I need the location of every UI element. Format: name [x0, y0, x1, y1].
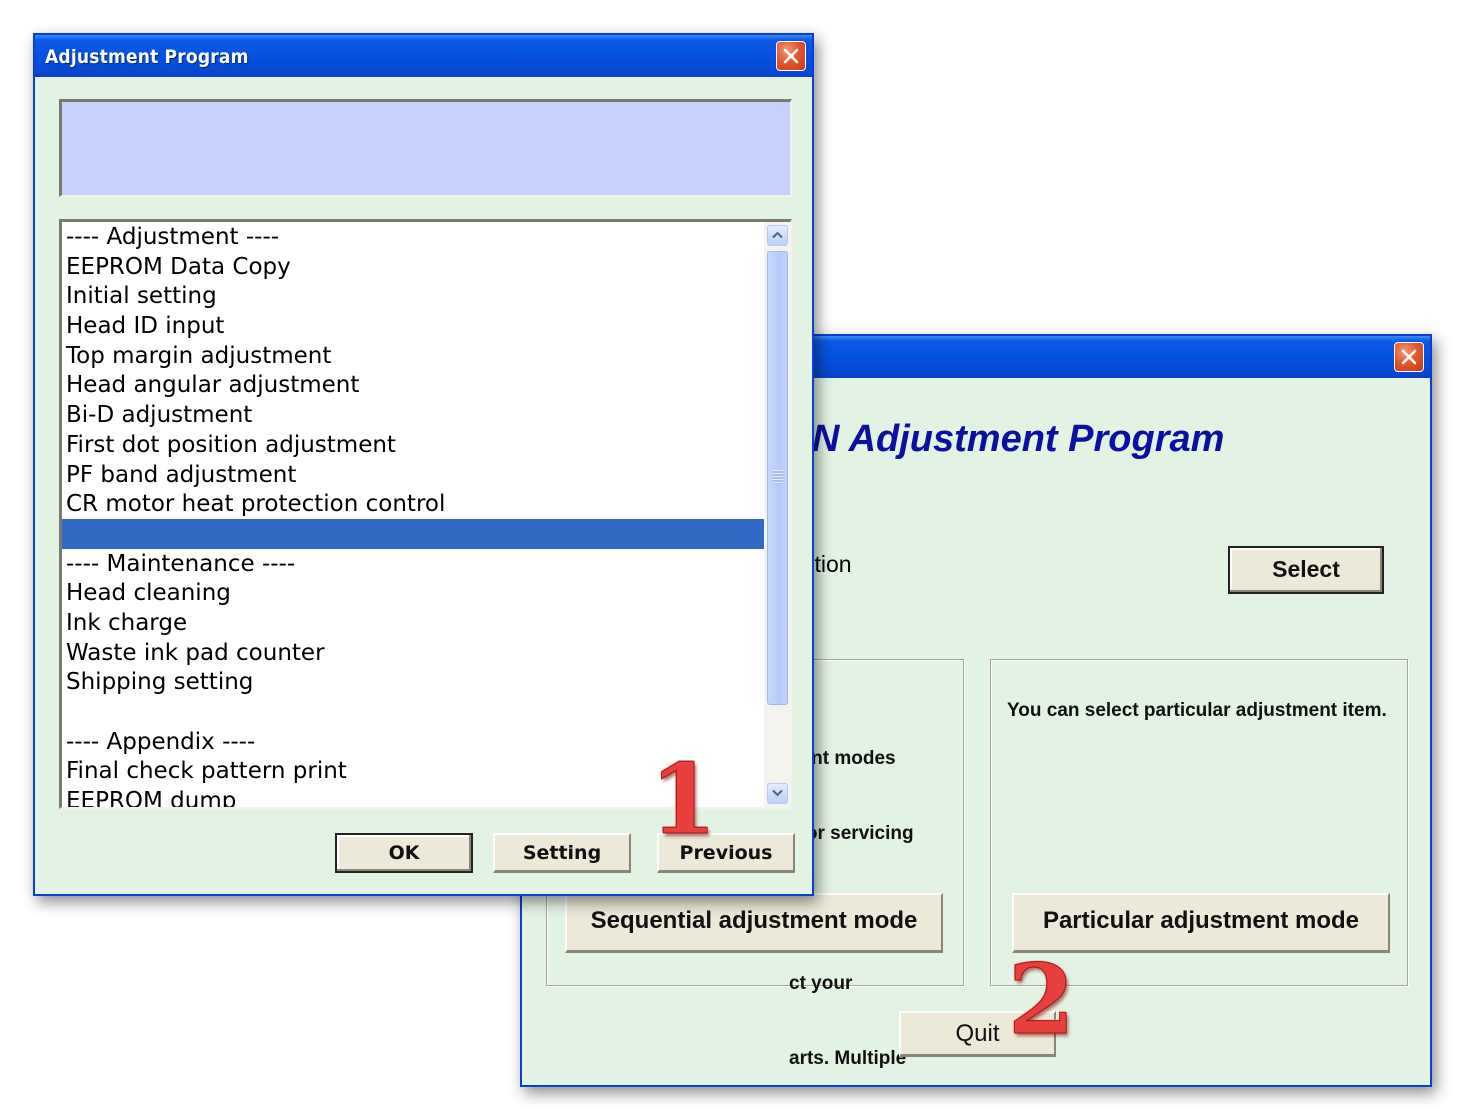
dialog-close-button[interactable]	[776, 41, 806, 71]
chevron-up-icon	[772, 231, 783, 239]
list-scrollbar[interactable]	[764, 222, 790, 807]
list-item[interactable]: Ink charge	[62, 608, 764, 638]
list-item[interactable]: Bi-D adjustment	[62, 400, 764, 430]
list-item[interactable]: Waste ink pad counter	[62, 638, 764, 668]
setting-button[interactable]: Setting	[493, 833, 631, 873]
close-icon	[783, 48, 799, 64]
list-item[interactable]: Head angular adjustment	[62, 370, 764, 400]
step-annotation-1: 1	[650, 743, 718, 856]
scroll-down-button[interactable]	[767, 783, 788, 804]
list-item[interactable]: EEPROM Data Copy	[62, 252, 764, 282]
list-item[interactable]: PF band adjustment	[62, 460, 764, 490]
list-item[interactable]: Top margin adjustment	[62, 341, 764, 371]
list-item[interactable]: CR motor heat protection control	[62, 489, 764, 519]
main-window-close-button[interactable]	[1394, 342, 1424, 372]
dialog-title: Adjustment Program	[45, 46, 249, 68]
close-icon	[1401, 349, 1417, 365]
dialog-titlebar[interactable]: Adjustment Program	[35, 35, 812, 77]
sequential-description-line: ct your	[789, 973, 853, 994]
list-item[interactable]: ---- Maintenance ----	[62, 549, 764, 579]
sequential-description-line: for servicing	[789, 823, 914, 844]
step-annotation-2: 2	[1008, 943, 1076, 1056]
scroll-up-button[interactable]	[767, 225, 788, 246]
scroll-thumb[interactable]	[767, 251, 788, 705]
sequential-adjustment-mode-button[interactable]: Sequential adjustment mode	[565, 893, 943, 953]
adjustment-item-list[interactable]: ---- Adjustment ---- EEPROM Data Copy Init…	[59, 219, 792, 809]
list-item[interactable]: Shipping setting	[62, 667, 764, 697]
list-items: ---- Adjustment ---- EEPROM Data Copy Init…	[62, 222, 764, 807]
list-item-selected[interactable]	[62, 518, 764, 549]
ok-button[interactable]: OK	[335, 833, 473, 873]
program-title: N Adjustment Program	[812, 418, 1225, 460]
description-box	[59, 99, 792, 197]
list-item[interactable]: Head cleaning	[62, 578, 764, 608]
chevron-down-icon	[772, 789, 783, 797]
list-item[interactable]	[62, 697, 764, 727]
list-item[interactable]: First dot position adjustment	[62, 430, 764, 460]
list-item[interactable]: Head ID input	[62, 311, 764, 341]
sequential-description-line: nent modes	[789, 748, 896, 769]
particular-description: You can select particular adjustment ite…	[1007, 700, 1387, 721]
list-item[interactable]: ---- Adjustment ----	[62, 222, 764, 252]
select-button[interactable]: Select	[1228, 546, 1384, 594]
grip-icon	[773, 470, 783, 484]
list-item[interactable]: Initial setting	[62, 281, 764, 311]
